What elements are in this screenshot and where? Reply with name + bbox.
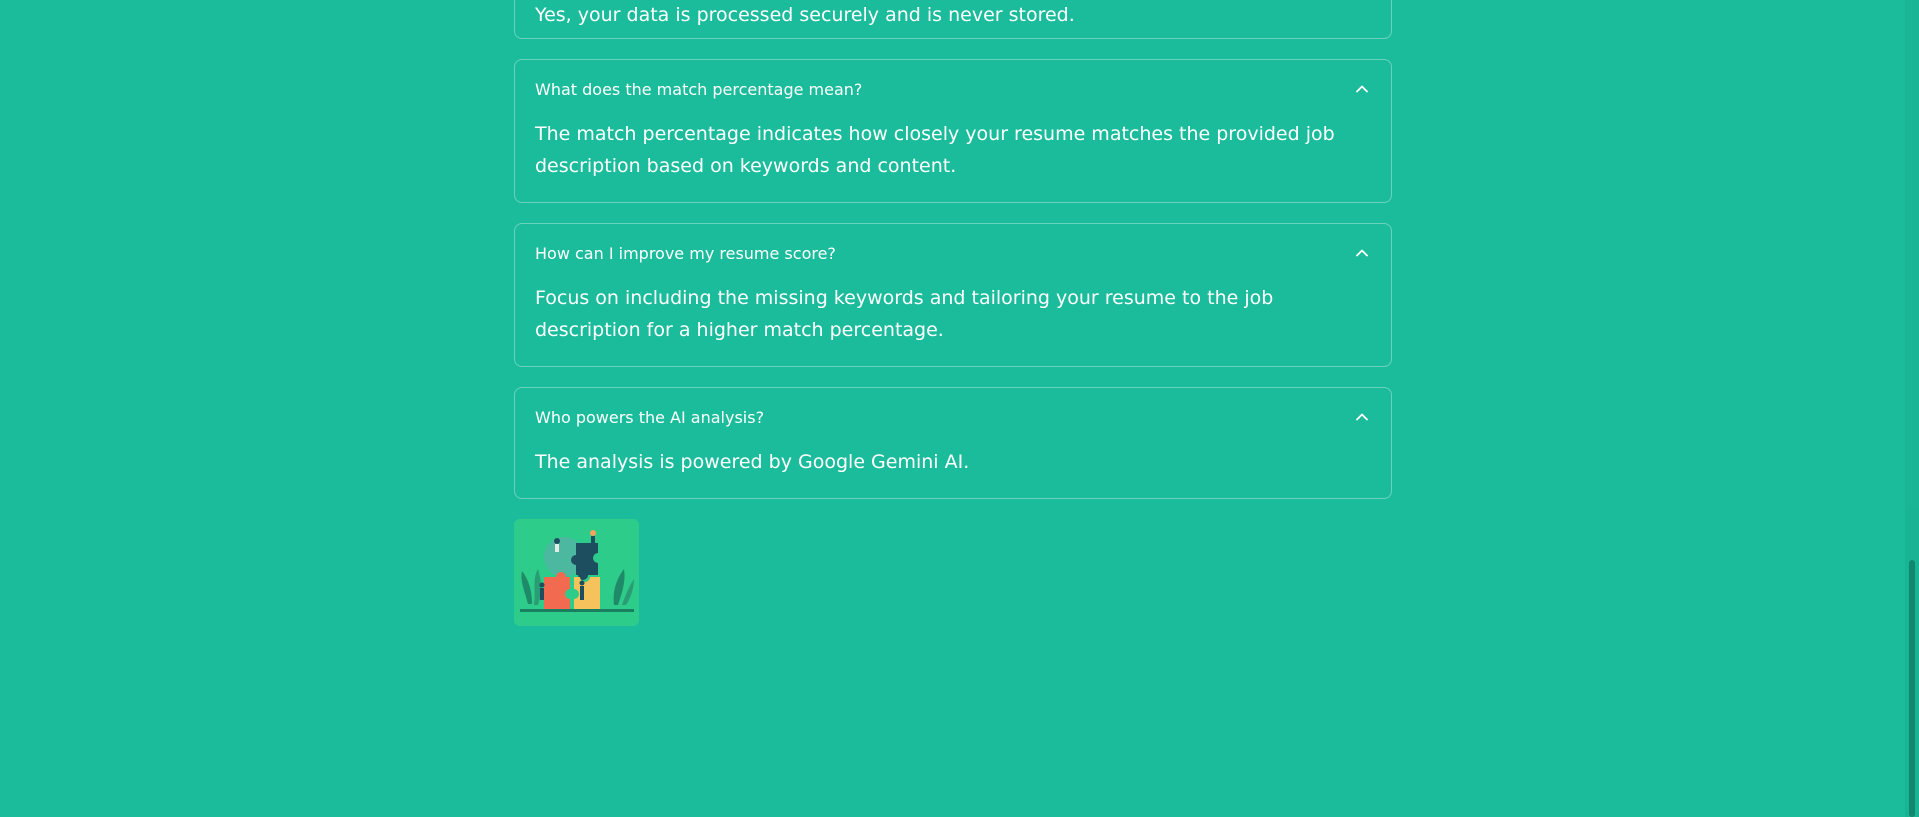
faq-question: How can I improve my resume score? [535,244,836,263]
faq-answer: Yes, your data is processed securely and… [535,4,1075,26]
faq-question: What does the match percentage mean? [535,80,863,99]
faq-item-match-percentage: What does the match percentage mean? The… [514,59,1392,203]
chevron-up-icon[interactable] [1355,82,1369,96]
faq-item-data-security[interactable]: Yes, your data is processed securely and… [514,0,1392,39]
faq-toggle[interactable]: Who powers the AI analysis? [515,388,1391,446]
faq-answer: The match percentage indicates how close… [535,123,1335,177]
faq-item-ai-analysis: Who powers the AI analysis? The analysis… [514,387,1392,499]
faq-item-improve-score: How can I improve my resume score? Focus… [514,223,1392,367]
chevron-up-icon[interactable] [1355,246,1369,260]
faq-toggle[interactable]: What does the match percentage mean? [515,60,1391,118]
scrollbar-thumb[interactable] [1909,560,1915,817]
puzzle-teamwork-illustration [514,519,639,626]
faq-answer: The analysis is powered by Google Gemini… [535,451,970,473]
faq-answer: Focus on including the missing keywords … [535,287,1274,341]
page-scrollbar[interactable] [1905,0,1919,817]
faq-toggle[interactable]: How can I improve my resume score? [515,224,1391,282]
chevron-up-icon[interactable] [1355,410,1369,424]
faq-question: Who powers the AI analysis? [535,408,765,427]
